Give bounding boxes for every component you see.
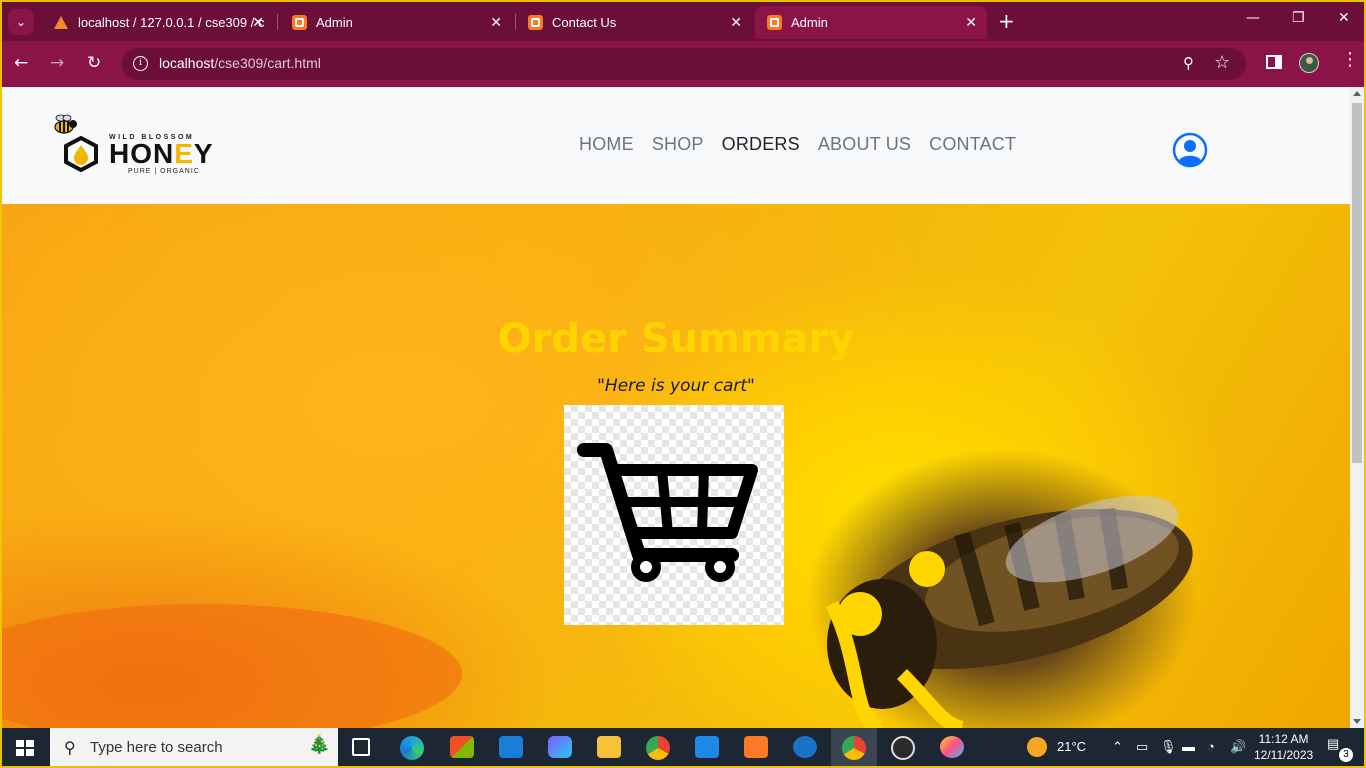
microphone-icon[interactable]: 🎙	[1160, 739, 1177, 755]
menu-dots-icon[interactable]: ⋮	[1341, 51, 1359, 69]
close-icon[interactable]: ✕	[730, 6, 742, 39]
tab-contact-us[interactable]: Contact Us ✕	[516, 6, 752, 39]
obs-icon[interactable]	[891, 736, 915, 760]
teamviewer-icon[interactable]	[793, 736, 817, 758]
xampp-icon	[292, 15, 307, 30]
xampp-taskbar-icon[interactable]	[744, 736, 768, 758]
tray-chevron-icon[interactable]: ⌃	[1112, 739, 1123, 755]
nav-home[interactable]: HOME	[579, 134, 634, 155]
nav-about-us[interactable]: ABOUT US	[818, 134, 911, 155]
nav-contact[interactable]: CONTACT	[929, 134, 1016, 155]
tab-title: localhost / 127.0.0.1 / cse309 / c	[78, 15, 265, 30]
tab-title: Contact Us	[552, 15, 617, 30]
hero-section: Order Summary "Here is your cart"	[2, 204, 1350, 728]
bee-icon	[54, 114, 77, 134]
hero-title: Order Summary	[497, 316, 855, 362]
cart-image	[564, 405, 784, 625]
shopping-cart-icon	[577, 443, 758, 582]
tab-title: Admin	[316, 15, 353, 30]
copilot-icon[interactable]	[548, 736, 572, 758]
site-header: WILD BLOSSOM HONEY PURE | ORGANIC HOME S…	[2, 87, 1350, 204]
weather-temperature[interactable]: 21°C	[1057, 739, 1086, 754]
page-viewport: WILD BLOSSOM HONEY PURE | ORGANIC HOME S…	[2, 87, 1350, 728]
main-nav: HOME SHOP ORDERS ABOUT US CONTACT	[579, 134, 1034, 155]
side-panel-icon[interactable]	[1266, 55, 1282, 69]
close-icon[interactable]: ✕	[252, 6, 264, 39]
close-icon[interactable]: ✕	[965, 6, 977, 39]
bookmark-star-icon[interactable]: ☆	[1214, 52, 1230, 73]
taskbar-search[interactable]: ⚲ Type here to search 🎄	[50, 728, 338, 766]
logo-sub-text: PURE | ORGANIC	[128, 168, 200, 175]
nav-shop[interactable]: SHOP	[652, 134, 704, 155]
chrome-profile-icon	[842, 736, 866, 760]
url-path: /cse309/cart.html	[214, 55, 321, 71]
tab-title: Admin	[791, 15, 828, 30]
zoom-icon[interactable]: ⚲	[1183, 54, 1194, 72]
close-icon[interactable]: ✕	[490, 6, 502, 39]
file-explorer-icon[interactable]	[597, 736, 621, 758]
chrome-icon[interactable]	[646, 736, 670, 760]
address-bar[interactable]: i localhost/cse309/cart.html ⚲ ☆	[122, 48, 1246, 80]
honey-drop-icon	[64, 136, 98, 172]
scroll-up-icon[interactable]	[1353, 91, 1361, 96]
tab-separator	[277, 14, 278, 30]
tab-phpmyadmin[interactable]: localhost / 127.0.0.1 / cse309 / c ✕	[42, 6, 274, 39]
edge-icon[interactable]	[400, 736, 424, 760]
windows-taskbar: ⚲ Type here to search 🎄 21°C ⌃ ▭ 🎙 ▬ ◔ 🔊…	[0, 728, 1366, 768]
user-account-icon[interactable]	[1172, 132, 1208, 168]
task-view-icon[interactable]	[352, 738, 370, 756]
microsoft-store-icon[interactable]	[450, 736, 474, 758]
forward-button[interactable]: →	[50, 53, 64, 73]
xampp-icon	[528, 15, 543, 30]
close-window-button[interactable]: ✕	[1338, 10, 1350, 26]
url-text[interactable]: localhost/cse309/cart.html	[159, 55, 321, 71]
new-tab-button[interactable]: +	[998, 10, 1015, 32]
search-icon: ⚲	[64, 738, 76, 757]
notification-count-badge: 3	[1339, 748, 1353, 762]
browser-chrome: ⌄ localhost / 127.0.0.1 / cse309 / c ✕ A…	[0, 0, 1366, 87]
weather-icon[interactable]	[1027, 737, 1047, 757]
search-placeholder: Type here to search	[90, 739, 223, 756]
logo-main-a: HON	[109, 138, 175, 169]
tab-admin[interactable]: Admin ✕	[280, 6, 512, 39]
vscode-icon[interactable]	[695, 736, 719, 758]
url-host: localhost	[159, 55, 215, 71]
back-button[interactable]: ←	[14, 53, 28, 73]
tab-admin-active[interactable]: Admin ✕	[755, 6, 987, 39]
logo-main-b: Y	[193, 138, 214, 169]
site-info-icon[interactable]: i	[133, 56, 148, 71]
clock-date: 12/11/2023	[1254, 748, 1314, 762]
scrollbar-thumb[interactable]	[1352, 103, 1362, 463]
paint-icon[interactable]	[940, 736, 964, 758]
battery-icon[interactable]: ▬	[1182, 739, 1195, 754]
clock-time: 11:12 AM	[1258, 732, 1309, 746]
phpmyadmin-icon	[54, 15, 69, 30]
volume-icon[interactable]: 🔊	[1230, 739, 1246, 755]
logo-main-text: HONEY	[109, 138, 214, 170]
restore-button[interactable]: ❐	[1292, 10, 1305, 26]
reload-button[interactable]: ↻	[87, 53, 101, 73]
tab-search-button[interactable]: ⌄	[8, 9, 34, 35]
browser-toolbar: ← → ↻ i localhost/cse309/cart.html ⚲ ☆ ⋮	[2, 41, 1364, 89]
scroll-down-icon[interactable]	[1353, 719, 1361, 724]
nav-orders[interactable]: ORDERS	[722, 134, 800, 155]
logo-main-e: E	[174, 138, 194, 169]
start-button[interactable]	[16, 740, 34, 756]
tab-strip: ⌄ localhost / 127.0.0.1 / cse309 / c ✕ A…	[2, 2, 1364, 41]
search-highlight-icon: 🎄	[308, 734, 331, 755]
xampp-icon	[767, 15, 782, 30]
mail-icon[interactable]	[499, 736, 523, 758]
meet-now-icon[interactable]: ▭	[1136, 739, 1148, 755]
profile-avatar[interactable]	[1299, 53, 1319, 73]
notifications-icon[interactable]: ▤	[1327, 736, 1339, 752]
minimize-button[interactable]: —	[1246, 10, 1260, 26]
wifi-icon[interactable]: ◔	[1207, 739, 1215, 754]
site-logo[interactable]: WILD BLOSSOM HONEY PURE | ORGANIC	[51, 111, 221, 179]
hero-subtitle: "Here is your cart"	[597, 376, 755, 396]
system-clock[interactable]: 11:12 AM 12/11/2023	[1254, 731, 1313, 763]
chrome-active-app[interactable]	[831, 728, 877, 766]
page-scrollbar[interactable]	[1350, 87, 1364, 728]
